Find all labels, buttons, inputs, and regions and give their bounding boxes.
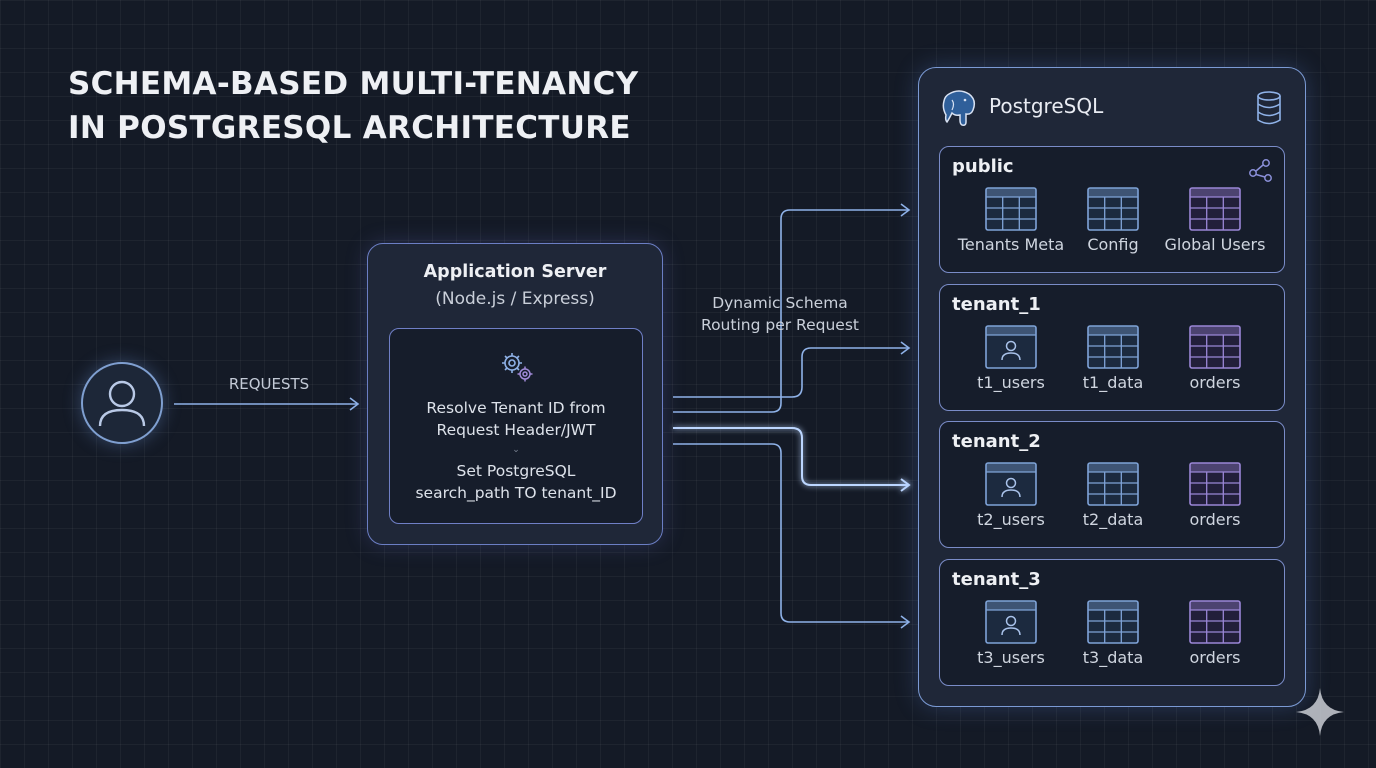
table-icon [1189,325,1241,369]
routing-label: Dynamic Schema Routing per Request [690,292,870,336]
share-icon [1249,159,1272,182]
table-orders: orders [1160,462,1270,529]
schema-name: tenant_3 [952,569,1041,590]
table-label: orders [1189,510,1241,529]
client-user [81,362,163,444]
search-path-line-1: Set PostgreSQL [456,462,576,480]
table-t1-users: t1_users [956,325,1066,392]
table-label: orders [1189,648,1241,667]
table-t2-data: t2_data [1058,462,1168,529]
table-label: t3_users [977,648,1045,667]
table-label: Config [1087,235,1139,254]
table-label: t2_users [977,510,1045,529]
app-server-subtitle: (Node.js / Express) [435,289,595,309]
resolve-step-line-1: Resolve Tenant ID from [426,399,606,417]
schema-public: public Tenants Meta Config Global Users [939,146,1285,273]
table-icon [1087,187,1139,231]
routing-label-line-2: Routing per Request [701,316,859,334]
table-orders: orders [1160,325,1270,392]
chevron-down-icon: ⌄ [512,445,520,455]
request-arrow [174,397,360,411]
tenant-resolver-box: Resolve Tenant ID from Request Header/JW… [389,328,643,524]
table-label: Global Users [1164,235,1266,254]
resolve-tenant-step: Resolve Tenant ID from Request Header/JW… [390,397,642,441]
route-arrow-tenant-2 [673,427,911,492]
table-label: t2_data [1082,510,1144,529]
table-t3-data: t3_data [1058,600,1168,667]
table-icon [1087,462,1139,506]
routing-label-line-1: Dynamic Schema [712,294,848,312]
table-icon [1087,600,1139,644]
route-arrow-tenant-3 [673,443,911,629]
table-global-users: Global Users [1160,187,1270,254]
table-icon [1087,325,1139,369]
table-config: Config [1058,187,1168,254]
postgresql-elephant-icon [942,90,976,126]
table-t3-users: t3_users [956,600,1066,667]
table-icon [1189,187,1241,231]
table-t2-users: t2_users [956,462,1066,529]
table-icon [985,187,1037,231]
table-label: Tenants Meta [957,235,1065,254]
sparkle-icon [1296,688,1344,736]
search-path-line-2: search_path TO tenant_ID [415,484,617,502]
schema-name: tenant_2 [952,431,1041,452]
table-t1-data: t1_data [1058,325,1168,392]
table-label: t1_users [977,373,1045,392]
table-label: t1_data [1082,373,1144,392]
table-label: t3_data [1082,648,1144,667]
table-icon [1189,462,1241,506]
application-server: Application Server (Node.js / Express) R… [367,243,663,545]
database-icon [1257,91,1281,125]
user-table-icon [985,325,1037,369]
postgresql-title: PostgreSQL [989,94,1104,118]
postgresql-database: PostgreSQL public Tenants Meta Config Gl… [918,67,1306,707]
table-tenants-meta: Tenants Meta [956,187,1066,254]
schema-tenant-3: tenant_3 t3_users t3_data orders [939,559,1285,686]
user-avatar-icon [98,380,146,427]
app-server-title: Application Server [423,262,607,282]
resolve-step-line-2: Request Header/JWT [436,421,596,439]
set-search-path-step: Set PostgreSQL search_path TO tenant_ID [390,460,642,504]
table-orders: orders [1160,600,1270,667]
schema-name: public [952,156,1014,177]
user-table-icon [985,600,1037,644]
schema-tenant-1: tenant_1 t1_users t1_data orders [939,284,1285,411]
gears-icon [502,353,533,382]
table-label: orders [1189,373,1241,392]
schema-name: tenant_1 [952,294,1041,315]
schema-tenant-2: tenant_2 t2_users t2_data orders [939,421,1285,548]
table-icon [1189,600,1241,644]
requests-label: REQUESTS [228,375,310,393]
route-arrow-tenant-1 [673,341,911,398]
user-table-icon [985,462,1037,506]
